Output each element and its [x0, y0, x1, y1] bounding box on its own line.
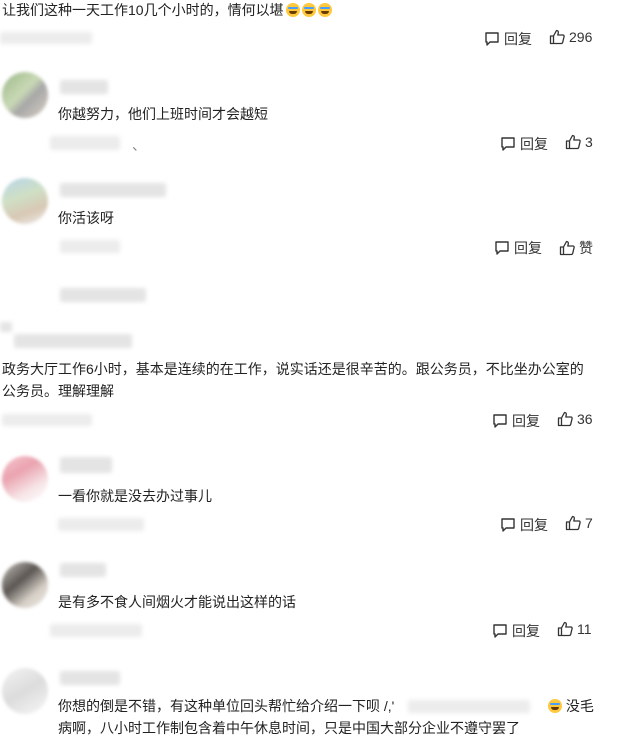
- reply-button[interactable]: 回复: [500, 515, 548, 535]
- blurred-username[interactable]: [60, 80, 108, 94]
- avatar[interactable]: [2, 72, 48, 118]
- thumbs-up-icon: [559, 240, 575, 256]
- blurred-username[interactable]: [60, 457, 112, 473]
- thumbs-up-icon: [565, 134, 581, 150]
- blurred-avatar[interactable]: [0, 322, 12, 332]
- blurred-meta: [0, 32, 92, 44]
- blurred-username[interactable]: [60, 563, 106, 577]
- comment-text: 公务员。理解理解: [2, 383, 114, 399]
- blurred-meta: [60, 240, 120, 253]
- thumbs-up-icon: [549, 29, 565, 45]
- reply-button[interactable]: 回复: [494, 238, 542, 258]
- avatar[interactable]: [2, 178, 48, 224]
- blurred-meta: [2, 414, 92, 426]
- comment-text: 是有多不食人间烟火才能说出这样的话: [58, 594, 296, 610]
- comment-bubble-icon: [493, 624, 507, 638]
- comment-text: 你活该呀: [58, 210, 114, 226]
- blurred-meta: [58, 518, 144, 531]
- like-button[interactable]: 赞: [559, 238, 593, 258]
- sleepy-emoji-icon: [548, 699, 562, 713]
- blurred-username[interactable]: [14, 334, 132, 348]
- comment-text: 你越努力，他们上班时间才会越短: [58, 106, 268, 122]
- reply-button[interactable]: 回复: [484, 29, 532, 49]
- comment-text: 一看你就是没去办过事儿: [58, 488, 212, 504]
- comment-text: 没毛: [546, 695, 594, 717]
- blurred-meta: [50, 136, 120, 150]
- thumbs-up-icon: [557, 621, 573, 637]
- comment-bubble-icon: [501, 137, 515, 151]
- comment-text: 政务大厅工作6小时，基本是连续的在工作，说实话还是很辛苦的。跟公务员，不比坐办公…: [2, 361, 584, 377]
- comment-bubble-icon: [495, 241, 509, 255]
- reply-button[interactable]: 回复: [492, 621, 540, 641]
- like-button[interactable]: 36: [557, 411, 593, 427]
- like-button[interactable]: 296: [549, 29, 592, 45]
- comment-bubble-icon: [485, 32, 499, 46]
- comment-bubble-icon: [493, 414, 507, 428]
- blurred-meta: [50, 624, 142, 637]
- like-button[interactable]: 7: [565, 515, 593, 531]
- reply-button[interactable]: 回复: [492, 411, 540, 431]
- blurred-mention: [408, 700, 530, 713]
- blurred-username[interactable]: [60, 183, 166, 197]
- like-button[interactable]: 3: [565, 134, 593, 150]
- comment-text: 你想的倒是不错，有这种单位回头帮忙给介绍一下呗 /,': [58, 698, 395, 714]
- thumbs-up-icon: [565, 515, 581, 531]
- like-button[interactable]: 11: [557, 621, 592, 637]
- comment-bubble-icon: [501, 518, 515, 532]
- avatar[interactable]: [2, 562, 48, 608]
- thumbs-up-icon: [557, 411, 573, 427]
- crying-emoji-icon: [301, 3, 316, 17]
- crying-emoji-icon: [317, 3, 332, 17]
- blurred-username[interactable]: [60, 288, 146, 302]
- comment-text: 病啊，八小时工作制包含着中午休息时间，只是中国大部分企业不遵守罢了: [58, 720, 520, 736]
- reply-button[interactable]: 回复: [500, 134, 548, 154]
- avatar[interactable]: [2, 668, 48, 714]
- avatar[interactable]: [2, 456, 48, 502]
- top-comment-text: 让我们这种一天工作10几个小时的，情何以堪: [2, 0, 332, 21]
- crying-emoji-icon: [285, 3, 300, 17]
- blurred-username[interactable]: [60, 671, 120, 685]
